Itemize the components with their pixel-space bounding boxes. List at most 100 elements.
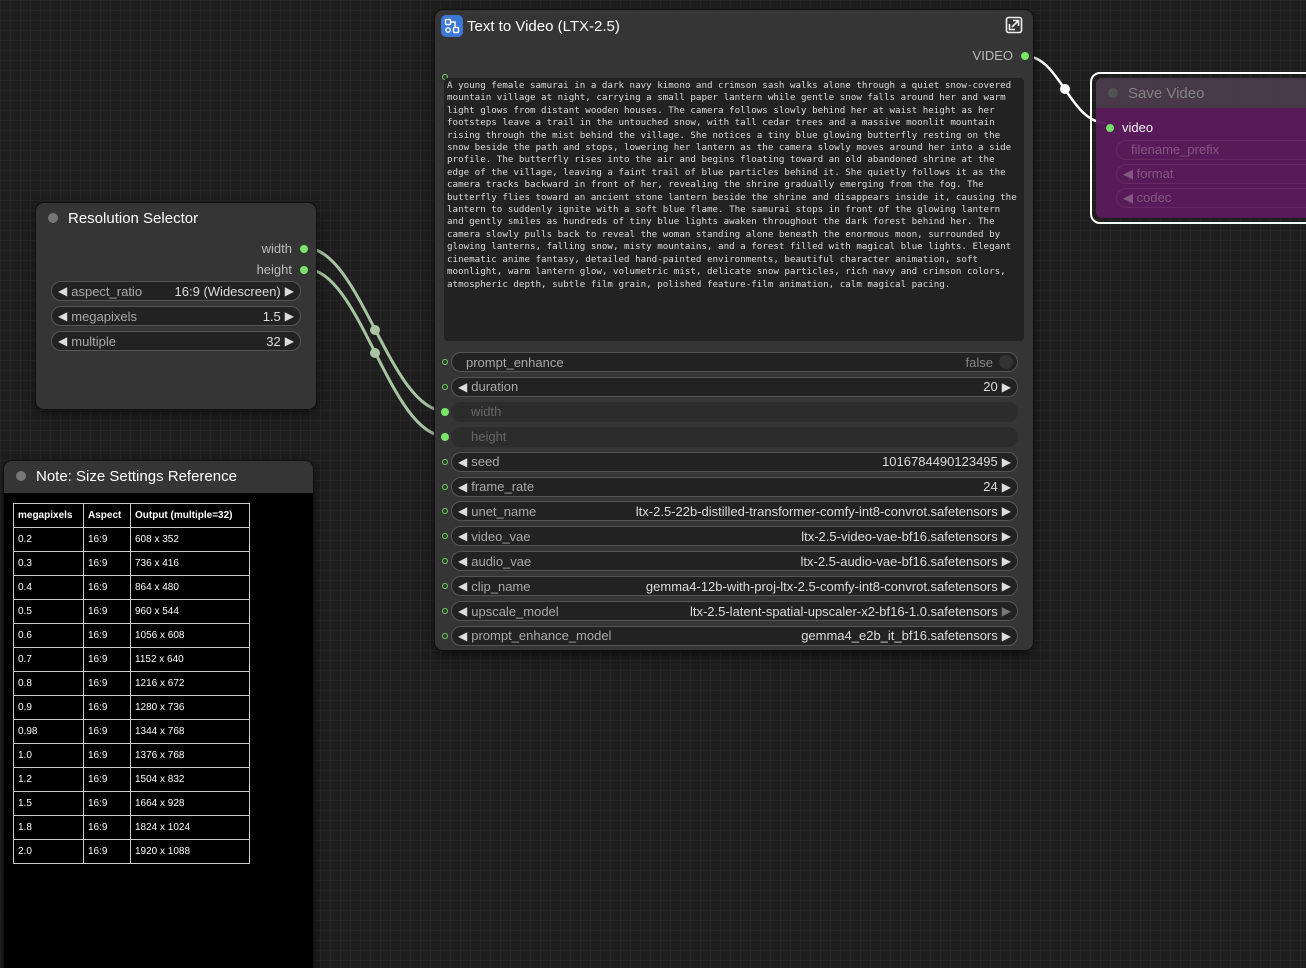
decrement-arrow-icon[interactable]: ◀	[452, 629, 471, 643]
table-cell: 0.5	[13, 599, 84, 624]
input-socket[interactable]	[441, 432, 449, 441]
link-midpoint[interactable]	[370, 325, 380, 335]
increment-arrow-icon[interactable]: ▶	[281, 284, 300, 298]
decrement-arrow-icon[interactable]: ◀	[452, 604, 471, 618]
widget-value: 16:9 (Widescreen)	[174, 283, 281, 299]
decrement-arrow-icon[interactable]: ◀	[452, 579, 471, 593]
widget-label: audio_vae	[471, 553, 532, 569]
table-cell: 16:9	[83, 671, 131, 696]
decrement-arrow-icon[interactable]: ◀	[452, 554, 471, 568]
megapixels-number[interactable]: ◀ megapixels 1.5 ▶	[51, 306, 301, 326]
collapse-dot-icon[interactable]	[48, 213, 58, 223]
decrement-arrow-icon[interactable]: ◀	[52, 334, 71, 348]
aspect-ratio-combo[interactable]: ◀ aspect_ratio 16:9 (Widescreen) ▶	[51, 281, 301, 301]
audio-vae-combo[interactable]: ◀ audio_vae ltx-2.5-audio-vae-bf16.safeten…	[451, 551, 1018, 572]
height-input[interactable]: height	[451, 426, 1018, 447]
input-socket[interactable]	[442, 583, 448, 590]
table-cell: 736 x 416	[130, 551, 250, 576]
decrement-arrow-icon[interactable]: ◀	[452, 455, 471, 469]
decrement-arrow-icon[interactable]: ◀	[52, 284, 71, 298]
node-title-bar[interactable]: Text to Video (LTX-2.5)	[435, 10, 1033, 42]
video-vae-combo[interactable]: ◀ video_vae ltx-2.5-video-vae-bf16.safeten…	[451, 526, 1018, 547]
input-socket[interactable]	[442, 632, 448, 639]
resolution-selector-node[interactable]: Resolution Selector width height ◀ aspec…	[36, 203, 316, 409]
unet-name-combo[interactable]: ◀ unet_name ltx-2.5-22b-distilled-transfor…	[451, 501, 1018, 522]
input-socket[interactable]	[442, 383, 448, 390]
prompt-textarea[interactable]: A young female samurai in a dark navy ki…	[444, 78, 1024, 341]
multiple-number[interactable]: ◀ multiple 32 ▶	[51, 331, 301, 351]
input-socket[interactable]	[442, 608, 448, 614]
duration-number[interactable]: ◀ duration 20 ▶	[451, 376, 1018, 397]
output-video[interactable]: VIDEO	[973, 48, 1029, 63]
table-cell: 16:9	[83, 527, 131, 552]
input-socket[interactable]	[1106, 123, 1114, 132]
collapse-dot-icon[interactable]	[16, 471, 26, 481]
input-video[interactable]: video	[1106, 120, 1153, 135]
codec-combo[interactable]: ◀ codec	[1116, 188, 1306, 208]
save-video-node[interactable]: Save Video video filename_prefix ◀ forma…	[1090, 72, 1306, 224]
increment-arrow-icon[interactable]: ▶	[998, 604, 1017, 618]
output-socket[interactable]	[300, 244, 308, 253]
seed-number[interactable]: ◀ seed 1016784490123495 ▶	[451, 451, 1018, 472]
decrement-arrow-icon[interactable]: ◀	[452, 480, 471, 494]
table-cell: 1.2	[13, 767, 84, 792]
input-socket[interactable]	[442, 558, 448, 565]
decrement-arrow-icon[interactable]: ◀	[452, 529, 471, 543]
column-header: Output (multiple=32)	[130, 503, 250, 528]
input-socket[interactable]	[442, 533, 448, 540]
input-socket[interactable]	[441, 407, 449, 416]
increment-arrow-icon[interactable]: ▶	[998, 629, 1017, 643]
output-socket[interactable]	[300, 265, 308, 274]
increment-arrow-icon[interactable]: ▶	[998, 504, 1017, 518]
output-label: height	[256, 262, 292, 277]
table-row: 2.0 16:9 1920 x 1088	[13, 839, 250, 864]
filename-prefix-field[interactable]: filename_prefix	[1116, 140, 1306, 160]
decrement-arrow-icon[interactable]: ◀	[452, 380, 471, 394]
output-width[interactable]: width	[262, 241, 308, 256]
widget-value: gemma4-12b-with-proj-ltx-2.5-comfy-int8-…	[645, 578, 998, 594]
link-midpoint[interactable]	[370, 348, 380, 358]
table-row: 0.5 16:9 960 x 544	[13, 599, 250, 624]
note-node[interactable]: Note: Size Settings Reference megapixels…	[4, 461, 313, 968]
output-height[interactable]: height	[257, 262, 308, 277]
link-midpoint[interactable]	[1060, 84, 1070, 94]
prompt-enhance-model-combo[interactable]: ◀ prompt_enhance_model gemma4_e2b_it_bf16.…	[451, 625, 1018, 646]
increment-arrow-icon[interactable]: ▶	[998, 529, 1017, 543]
node-title-bar[interactable]: Note: Size Settings Reference	[4, 461, 313, 491]
format-combo[interactable]: ◀ format	[1116, 164, 1306, 184]
decrement-arrow-icon[interactable]: ◀	[452, 504, 471, 518]
toggle-knob-icon[interactable]	[999, 355, 1013, 369]
text-to-video-node[interactable]: Text to Video (LTX-2.5) VIDEO A young fe…	[435, 10, 1033, 650]
prompt-enhance-toggle[interactable]: prompt_enhance false	[451, 352, 1018, 372]
widget-label: upscale_model	[471, 603, 559, 619]
node-title-bar[interactable]: Resolution Selector	[36, 203, 316, 233]
open-subgraph-icon[interactable]	[1005, 16, 1023, 38]
increment-arrow-icon[interactable]: ▶	[998, 554, 1017, 568]
upscale-model-combo[interactable]: ◀ upscale_model ltx-2.5-latent-spatial-ups…	[451, 601, 1018, 621]
table-cell: 1.0	[13, 743, 84, 768]
increment-arrow-icon[interactable]: ▶	[998, 380, 1017, 394]
input-socket[interactable]	[442, 359, 448, 365]
frame-rate-number[interactable]: ◀ frame_rate 24 ▶	[451, 476, 1018, 497]
increment-arrow-icon[interactable]: ▶	[281, 334, 300, 348]
collapse-dot-icon[interactable]	[1108, 88, 1118, 98]
decrement-arrow-icon[interactable]: ◀	[52, 309, 71, 323]
increment-arrow-icon[interactable]: ▶	[281, 309, 300, 323]
table-cell: 16:9	[83, 695, 131, 720]
table-row: 0.98 16:9 1344 x 768	[13, 719, 250, 744]
input-socket[interactable]	[442, 483, 448, 490]
output-socket[interactable]	[1021, 51, 1029, 60]
node-title: Text to Video (LTX-2.5)	[467, 17, 620, 35]
node-title-bar[interactable]: Save Video	[1096, 78, 1306, 108]
table-cell: 960 x 544	[130, 599, 250, 624]
increment-arrow-icon[interactable]: ▶	[998, 455, 1017, 469]
decrement-arrow-icon[interactable]: ◀	[1123, 166, 1137, 181]
increment-arrow-icon[interactable]: ▶	[998, 480, 1017, 494]
decrement-arrow-icon[interactable]: ◀	[1123, 190, 1137, 205]
input-socket[interactable]	[442, 508, 448, 515]
table-row: 0.7 16:9 1152 x 640	[13, 647, 250, 672]
increment-arrow-icon[interactable]: ▶	[998, 579, 1017, 593]
width-input[interactable]: width	[451, 401, 1018, 422]
clip-name-combo[interactable]: ◀ clip_name gemma4-12b-with-proj-ltx-2.5-c…	[451, 576, 1018, 597]
input-socket[interactable]	[442, 458, 448, 465]
